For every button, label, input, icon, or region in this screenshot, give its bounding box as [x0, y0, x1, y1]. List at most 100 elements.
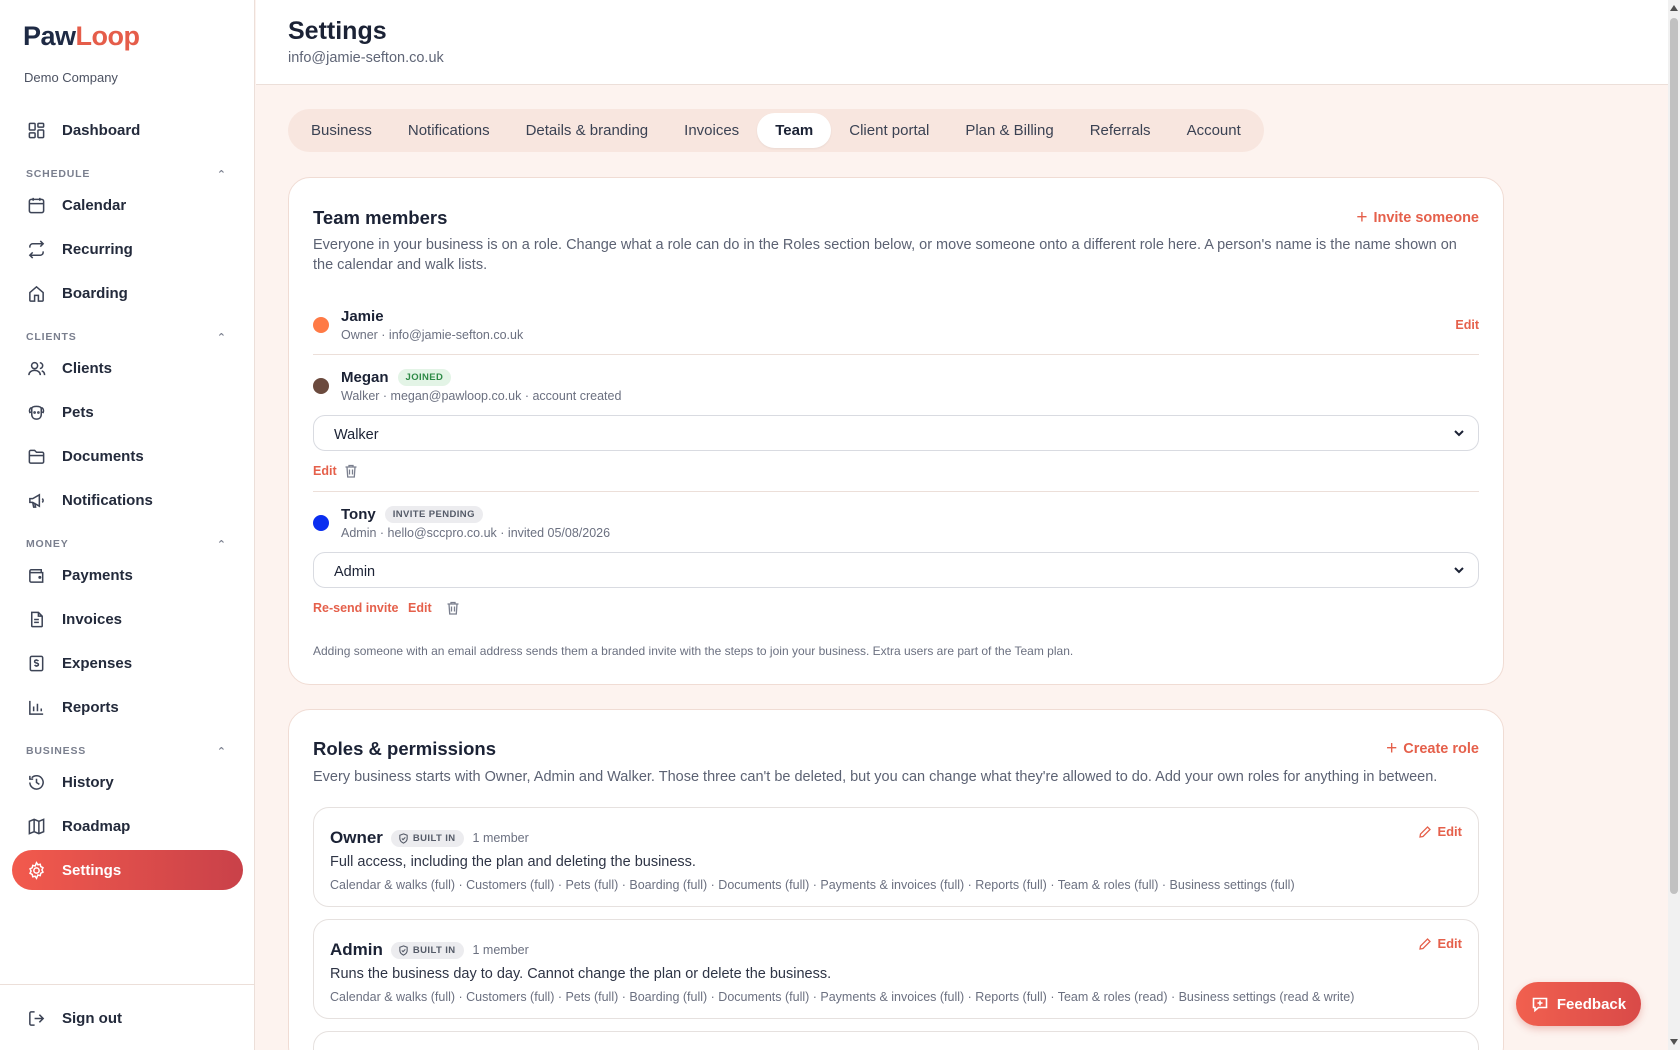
sidebar-item-expenses[interactable]: Expenses [12, 643, 243, 683]
pawloop-logo[interactable]: Paw Loop [23, 21, 140, 52]
section-label: SCHEDULE [26, 167, 91, 180]
roles-title: Roles & permissions [313, 738, 497, 759]
wallet-icon [26, 565, 46, 585]
tab-details-branding[interactable]: Details & branding [508, 113, 667, 148]
sidebar-item-documents[interactable]: Documents [12, 436, 243, 476]
shield-icon [399, 944, 408, 956]
member-details: Walker · megan@pawloop.co.uk · account c… [341, 389, 622, 403]
sidebar-item-label: Clients [62, 359, 113, 377]
role-card-admin: Admin BUILT IN 1 member Edit Runs the bu… [313, 919, 1479, 1019]
member-color-dot [313, 317, 329, 333]
role-header: Owner BUILT IN 1 member [330, 828, 529, 848]
account-email: info@jamie-sefton.co.uk [288, 50, 444, 66]
member-name: Jamie [341, 308, 384, 325]
sidebar-item-label: Calendar [62, 196, 127, 214]
edit-member-button[interactable]: Edit [313, 464, 337, 478]
sidebar-item-label: Documents [62, 447, 144, 465]
page-scrollbar[interactable] [1668, 0, 1680, 1050]
sidebar-item-dashboard[interactable]: Dashboard [12, 110, 243, 150]
section-header-schedule[interactable]: SCHEDULE ⌄ [26, 167, 226, 180]
sidebar-item-notifications[interactable]: Notifications [12, 480, 243, 520]
scroll-thumb[interactable] [1670, 18, 1678, 894]
plus-icon: + [1356, 207, 1368, 228]
sign-out-button[interactable]: Sign out [12, 998, 243, 1038]
sidebar-item-calendar[interactable]: Calendar [12, 185, 243, 225]
role-select-tony[interactable]: Admin [313, 552, 1479, 588]
sidebar-item-label: Notifications [62, 491, 153, 509]
built-in-badge: BUILT IN [390, 829, 464, 847]
folder-icon [26, 446, 46, 466]
megaphone-icon [26, 490, 46, 510]
home-icon [26, 283, 46, 303]
sidebar-item-roadmap[interactable]: Roadmap [12, 806, 243, 846]
sidebar-item-label: Recurring [62, 240, 133, 258]
tab-notifications[interactable]: Notifications [390, 113, 508, 148]
team-member-megan: Megan JOINED Walker · megan@pawloop.co.u… [313, 369, 1479, 409]
create-role-button[interactable]: + Create role [1386, 739, 1479, 758]
trash-icon[interactable] [343, 463, 359, 479]
receipt-dollar-icon [26, 653, 46, 673]
invite-someone-button[interactable]: + Invite someone [1356, 208, 1479, 227]
repeat-icon [26, 239, 46, 259]
sidebar-item-recurring[interactable]: Recurring [12, 229, 243, 269]
sidebar: Paw Loop Demo Company Dashboard SCHEDULE ⌄… [0, 0, 255, 1050]
logout-icon [26, 1008, 46, 1028]
tab-account[interactable]: Account [1169, 113, 1259, 148]
tab-business[interactable]: Business [293, 113, 390, 148]
tab-referrals[interactable]: Referrals [1072, 113, 1169, 148]
badge-label: BUILT IN [412, 832, 456, 844]
sidebar-item-pets[interactable]: Pets [12, 392, 243, 432]
scroll-up-arrow[interactable] [1670, 5, 1678, 11]
sidebar-item-label: Payments [62, 566, 133, 584]
chevron-down-icon [1454, 430, 1464, 437]
role-member-count: 1 member [472, 831, 529, 845]
sidebar-item-clients[interactable]: Clients [12, 348, 243, 388]
tab-invoices[interactable]: Invoices [666, 113, 757, 148]
sidebar-item-settings[interactable]: Settings [12, 850, 243, 890]
create-role-label: Create role [1403, 740, 1479, 757]
tab-client-portal[interactable]: Client portal [831, 113, 947, 148]
chevron-up-icon: ⌄ [215, 167, 226, 179]
member-name: Megan [341, 369, 389, 386]
sidebar-item-label: Reports [62, 698, 119, 716]
calendar-icon [26, 195, 46, 215]
roles-description: Every business starts with Owner, Admin … [313, 769, 1438, 785]
feedback-label: Feedback [1556, 995, 1627, 1013]
sidebar-item-boarding[interactable]: Boarding [12, 273, 243, 313]
trash-icon[interactable] [445, 600, 461, 616]
sidebar-item-label: Settings [62, 861, 122, 879]
tab-team[interactable]: Team [757, 113, 832, 148]
divider [313, 491, 1479, 492]
section-header-money[interactable]: MONEY ⌄ [26, 537, 226, 550]
sidebar-item-label: Boarding [62, 284, 128, 302]
message-plus-icon [1532, 997, 1548, 1013]
role-header: Admin BUILT IN 1 member [330, 940, 529, 960]
section-header-clients[interactable]: CLIENTS ⌄ [26, 330, 226, 343]
sidebar-item-invoices[interactable]: Invoices [12, 599, 243, 639]
map-icon [26, 816, 46, 836]
plus-icon: + [1386, 738, 1398, 759]
team-description: Everyone in your business is on a role. … [313, 237, 1457, 273]
edit-member-button[interactable]: Edit [408, 601, 432, 615]
sidebar-item-reports[interactable]: Reports [12, 687, 243, 727]
feedback-button[interactable]: Feedback [1516, 982, 1641, 1026]
role-select-megan[interactable]: Walker [313, 415, 1479, 451]
resend-invite-button[interactable]: Re-send invite [313, 601, 398, 615]
sidebar-item-label: Expenses [62, 654, 133, 672]
sidebar-item-payments[interactable]: Payments [12, 555, 243, 595]
sidebar-item-history[interactable]: History [12, 762, 243, 802]
shield-icon [399, 832, 408, 844]
role-member-count: 1 member [472, 943, 529, 957]
page-header: Settings info@jamie-sefton.co.uk [256, 0, 1668, 85]
gear-icon [26, 860, 46, 880]
edit-role-button[interactable]: Edit [1418, 936, 1462, 951]
role-select-value: Walker [334, 427, 379, 443]
edit-member-button[interactable]: Edit [1455, 318, 1479, 332]
team-footnote: Adding someone with an email address sen… [313, 644, 1074, 658]
edit-role-button[interactable]: Edit [1418, 824, 1462, 839]
tab-plan-billing[interactable]: Plan & Billing [947, 113, 1071, 148]
role-name: Owner [330, 828, 383, 847]
company-name: Demo Company [24, 70, 118, 85]
scroll-down-arrow[interactable] [1670, 1039, 1678, 1045]
section-header-business[interactable]: BUSINESS ⌄ [26, 744, 226, 757]
